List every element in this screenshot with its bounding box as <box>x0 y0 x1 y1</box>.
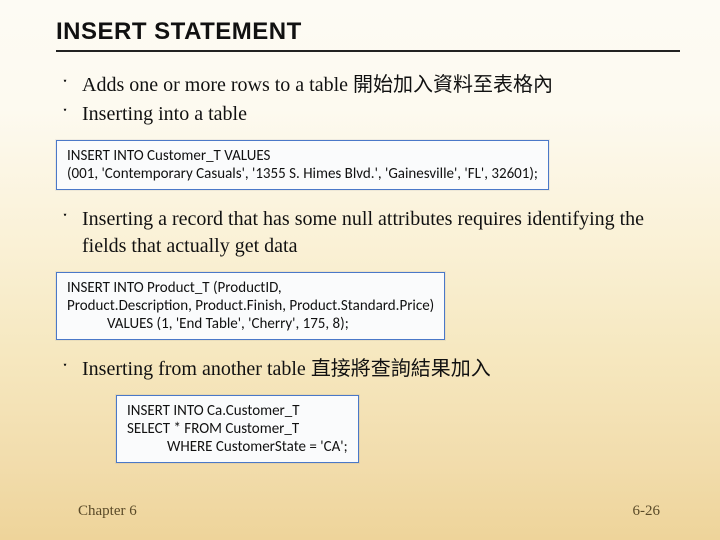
code-line: WHERE CustomerState = 'CA'; <box>127 438 348 456</box>
code-snippet-2: INSERT INTO Product_T (ProductID, Produc… <box>56 272 445 340</box>
bullet-marker: ་ <box>56 103 74 127</box>
bullet-marker: ་ <box>56 358 74 382</box>
bullet-marker: ་ <box>56 74 74 98</box>
bullet-4: ་ Inserting from another table 直接將查詢結果加入 <box>56 356 680 383</box>
code-line: INSERT INTO Customer_T VALUES <box>67 147 270 165</box>
bullet-text: Adds one or more rows to a table 開始加入資料至… <box>82 72 553 99</box>
bullet-2-text: Inserting into a table <box>82 101 247 128</box>
bullet-2: ་ Inserting into a table <box>56 101 680 128</box>
code-line: INSERT INTO Product_T (ProductID, <box>67 279 282 297</box>
bullet-list: ་ Inserting from another table 直接將查詢結果加入 <box>56 356 680 383</box>
bullet-list: ་ Adds one or more rows to a table 開始加入資… <box>56 72 680 128</box>
bullet-4-cjk: 直接將查詢結果加入 <box>311 358 491 380</box>
bullet-1-cjk: 開始加入資料至表格內 <box>353 74 553 96</box>
slide: INSERT STATEMENT ་ Adds one or more rows… <box>0 0 720 540</box>
code-line: (001, 'Contemporary Casuals', '1355 S. H… <box>67 165 538 183</box>
bullet-4-main: Inserting from another table <box>82 358 311 380</box>
bullet-list: ་ Inserting a record that has some null … <box>56 206 680 260</box>
bullet-3: ་ Inserting a record that has some null … <box>56 206 680 260</box>
bullet-text: Inserting from another table 直接將查詢結果加入 <box>82 356 491 383</box>
code-line: VALUES (1, 'End Table', 'Cherry', 175, 8… <box>67 315 434 333</box>
code-line: INSERT INTO Ca.Customer_T <box>127 402 300 420</box>
slide-title: INSERT STATEMENT <box>56 18 680 46</box>
footer-left: Chapter 6 <box>78 503 137 520</box>
bullet-marker: ་ <box>56 208 74 232</box>
title-rule <box>56 50 680 52</box>
code-line: SELECT * FROM Customer_T <box>127 420 299 438</box>
bullet-1-main: Adds one or more rows to a table <box>82 74 353 96</box>
code-snippet-1: INSERT INTO Customer_T VALUES (001, 'Con… <box>56 140 549 190</box>
code-line: Product.Description, Product.Finish, Pro… <box>67 297 434 315</box>
bullet-1: ་ Adds one or more rows to a table 開始加入資… <box>56 72 680 99</box>
bullet-3-text: Inserting a record that has some null at… <box>82 206 680 260</box>
footer-right: 6-26 <box>633 503 661 520</box>
footer: Chapter 6 6-26 <box>0 503 720 520</box>
code-snippet-3: INSERT INTO Ca.Customer_T SELECT * FROM … <box>116 395 359 463</box>
